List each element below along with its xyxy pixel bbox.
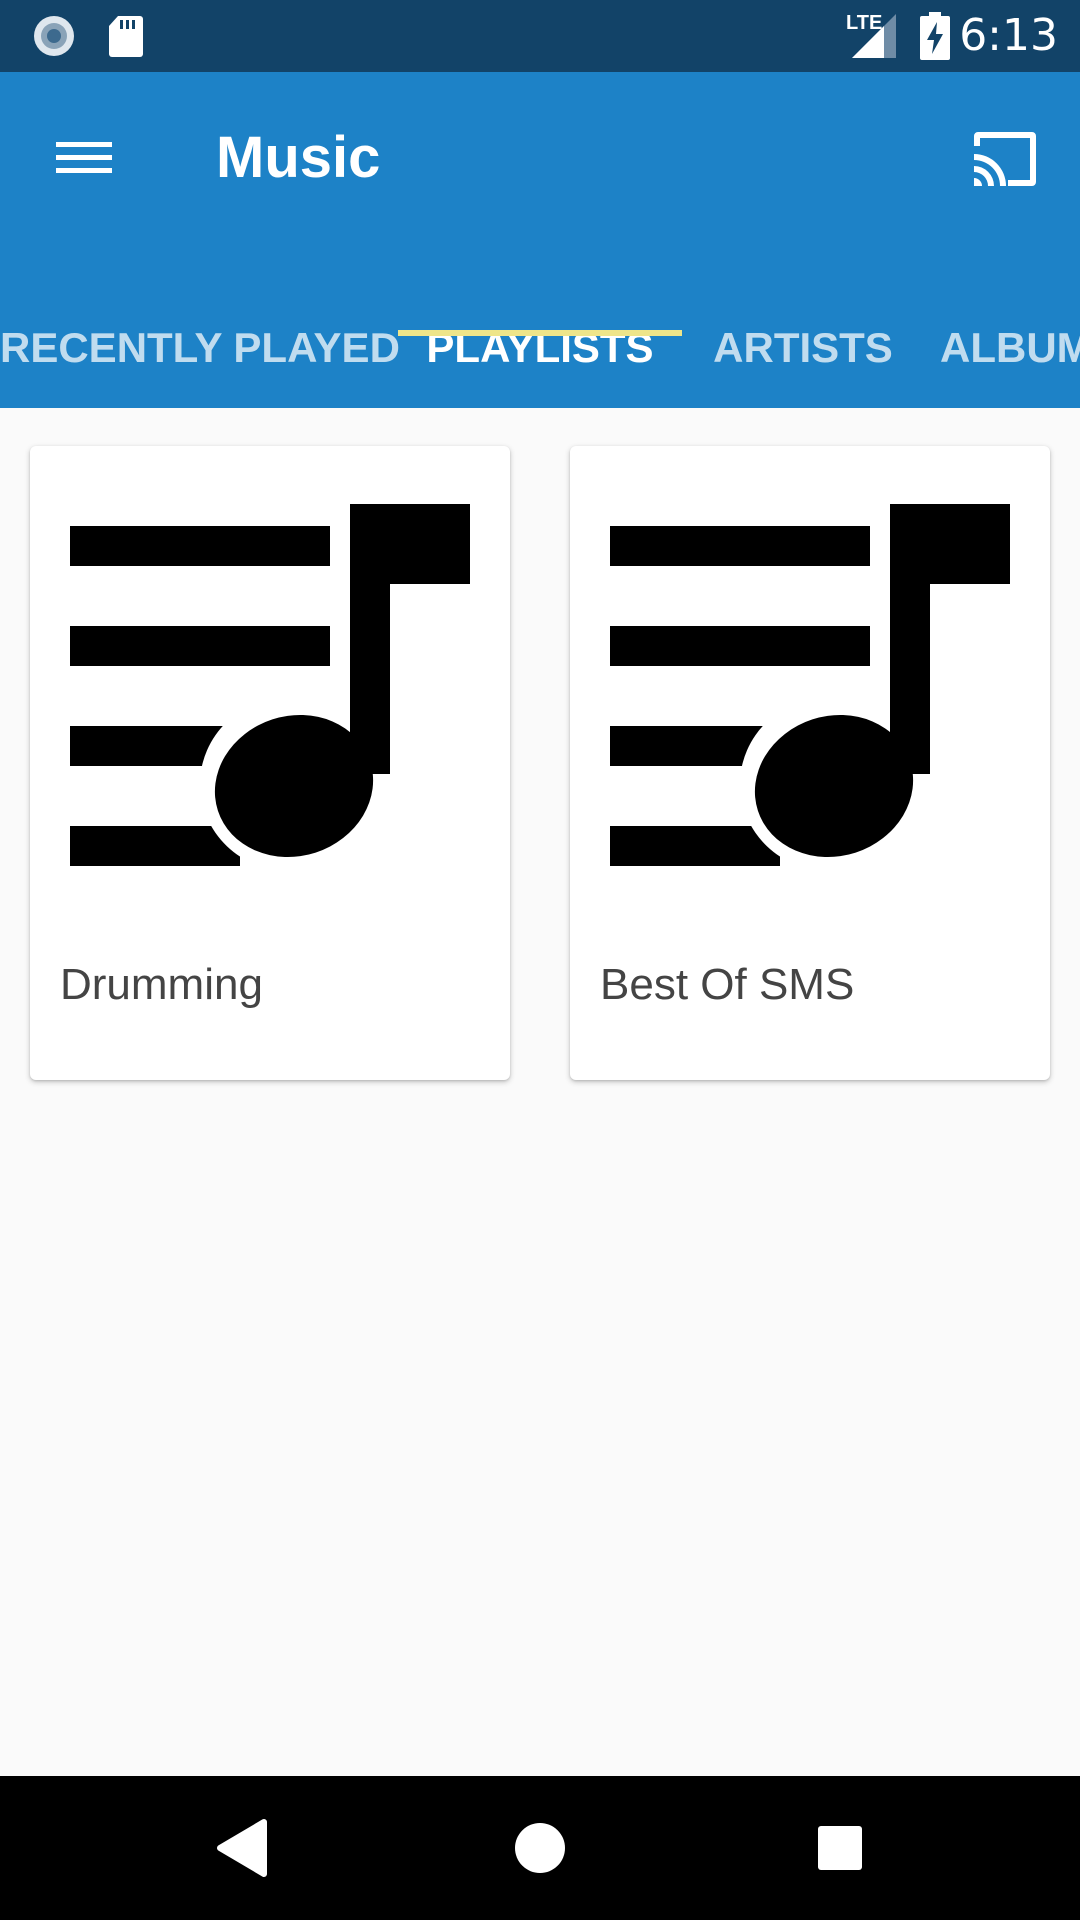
playlist-name: Drumming <box>60 960 263 1009</box>
lte-signal-icon <box>852 14 896 58</box>
cast-button[interactable] <box>962 114 1050 202</box>
menu-button[interactable] <box>40 114 128 202</box>
home-icon[interactable] <box>500 1808 580 1888</box>
hamburger-menu-icon <box>56 142 112 173</box>
navigation-bar <box>0 1776 1080 1920</box>
tab-playlists[interactable]: PLAYLISTS <box>398 300 682 408</box>
playlist-music-icon <box>70 504 470 872</box>
playlist-card[interactable]: Best Of SMS <box>570 446 1050 1080</box>
playlist-name: Best Of SMS <box>600 960 855 1009</box>
record-icon <box>34 16 74 56</box>
tab-recently-played[interactable]: RECENTLY PLAYED <box>0 300 400 408</box>
sd-card-icon <box>109 16 143 57</box>
tab-strip: RECENTLY PLAYED PLAYLISTS ARTISTS ALBUMS <box>0 300 1080 408</box>
app-title: Music <box>216 125 381 190</box>
battery-charging-icon <box>920 12 950 60</box>
back-icon[interactable] <box>200 1808 280 1888</box>
tab-artists[interactable]: ARTISTS <box>700 300 906 408</box>
playlist-music-icon <box>610 504 1010 872</box>
clock: 6:13 <box>959 10 1058 61</box>
status-bar: LTE 6:13 <box>0 0 1080 72</box>
playlist-card[interactable]: Drumming <box>30 446 510 1080</box>
recents-icon[interactable] <box>800 1808 880 1888</box>
tab-indicator <box>398 330 682 336</box>
app-bar: Music RECENTLY PLAYED PLAYLISTS ARTISTS … <box>0 72 1080 408</box>
cast-icon <box>974 132 1036 186</box>
tab-albums[interactable]: ALBUMS <box>940 300 1080 408</box>
